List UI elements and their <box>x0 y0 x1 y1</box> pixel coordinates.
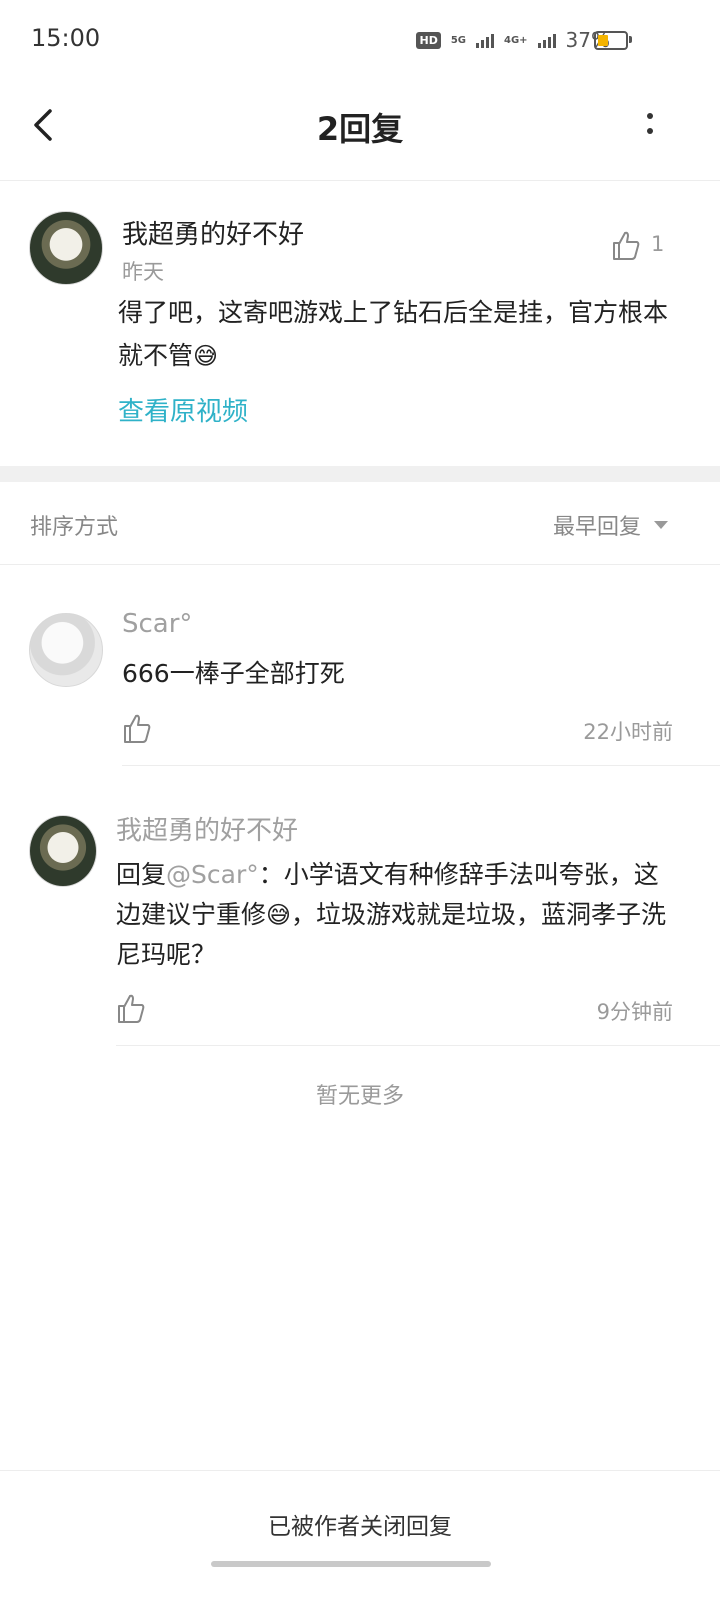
network-5g-label: 5G <box>450 34 466 46</box>
comment-time: 昨天 <box>122 260 164 284</box>
thumbs-up-icon[interactable] <box>611 230 641 262</box>
reply-divider <box>122 765 720 766</box>
thumbs-up-icon[interactable] <box>122 713 152 745</box>
reply-time: 9分钟前 <box>596 1000 673 1024</box>
signal-icon <box>476 32 494 48</box>
footer-divider <box>0 1470 720 1471</box>
sort-divider <box>0 564 720 565</box>
thumbs-up-icon[interactable] <box>116 993 146 1025</box>
comment-username[interactable]: 我超勇的好不好 <box>122 214 304 251</box>
view-original-video-link[interactable]: 查看原视频 <box>118 391 248 428</box>
home-indicator[interactable] <box>211 1561 491 1567</box>
reply-username[interactable]: 我超勇的好不好 <box>116 810 298 847</box>
like-count: 1 <box>651 232 665 256</box>
page-title: 2回复 <box>316 110 404 148</box>
signal-icon <box>537 32 556 48</box>
status-indicators: HD 5G 4G+ 37% <box>416 28 610 52</box>
section-separator <box>0 466 720 482</box>
sweat-smile-emoji: 😅 <box>193 342 219 370</box>
sort-dropdown[interactable]: 最早回复 <box>553 509 641 541</box>
hd-badge: HD <box>416 31 441 49</box>
reply-username[interactable]: Scar° <box>122 609 192 639</box>
mention-link[interactable]: @Scar° <box>166 860 259 889</box>
reply-prefix: 回复 <box>116 860 167 889</box>
battery-nub <box>629 36 632 43</box>
reply-text: 回复@Scar°：小学语文有种修辞手法叫夸张，这边建议宁重修😅，垃圾游戏就是垃圾… <box>116 855 676 975</box>
caret-down-icon[interactable] <box>652 519 670 531</box>
sweat-smile-emoji: 😅 <box>266 901 292 929</box>
avatar[interactable] <box>29 613 103 687</box>
reply-text: 666一棒子全部打死 <box>122 659 345 688</box>
sort-label: 排序方式 <box>30 515 119 540</box>
reply-divider <box>116 1045 720 1046</box>
network-4g-label: 4G+ <box>504 34 528 46</box>
reply-time: 22小时前 <box>583 720 673 744</box>
more-vertical-icon[interactable] <box>640 110 660 140</box>
no-more-text: 暂无更多 <box>315 1084 404 1109</box>
avatar[interactable] <box>29 815 97 887</box>
comment-text: 得了吧，这寄吧游戏上了钻石后全是挂，官方根本就不管😅 <box>118 291 678 378</box>
status-time: 15:00 <box>31 24 101 52</box>
battery-level <box>598 35 608 46</box>
header-divider <box>0 180 720 181</box>
avatar[interactable] <box>29 211 103 285</box>
replies-closed-notice: 已被作者关闭回复 <box>268 1514 452 1540</box>
battery-icon <box>594 31 628 50</box>
